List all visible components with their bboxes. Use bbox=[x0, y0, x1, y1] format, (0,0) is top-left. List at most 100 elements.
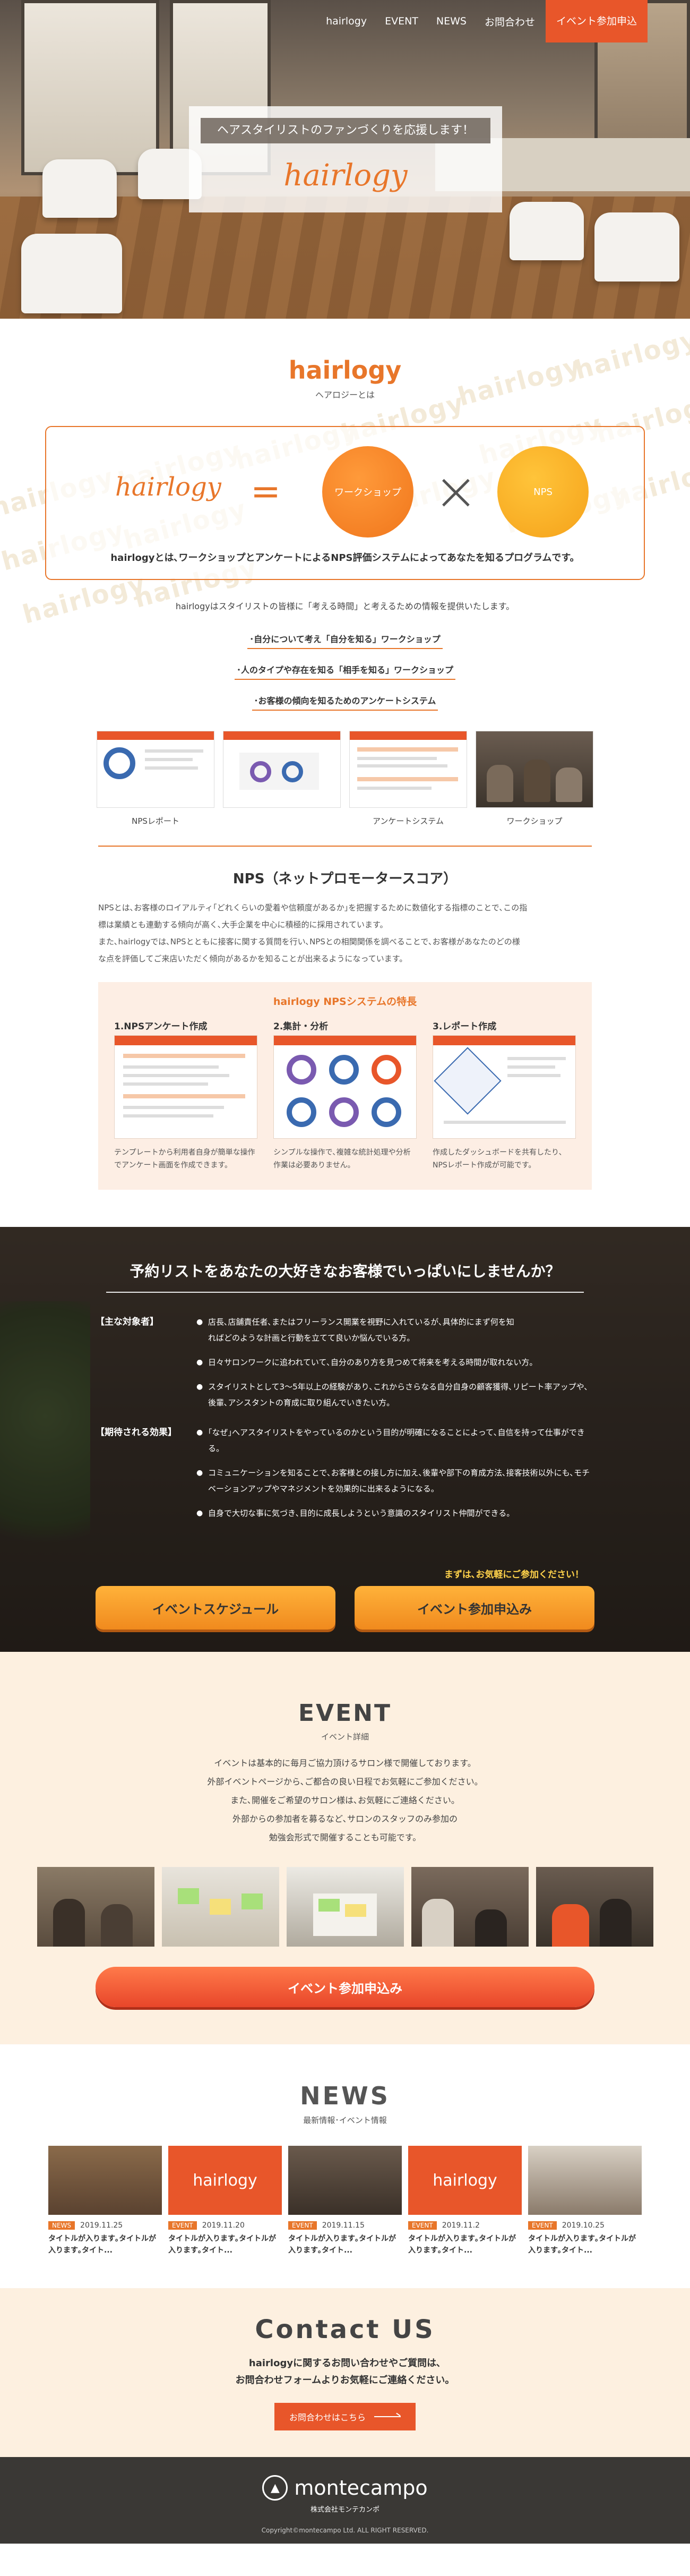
about-title: hairlogy bbox=[288, 356, 402, 385]
thumb-caption: NPSレポート bbox=[132, 816, 179, 826]
event-photo bbox=[37, 1867, 154, 1947]
event-apply-main-button[interactable]: イベント参加申込み bbox=[96, 1967, 594, 2007]
footer-copyright: Copyright©montecampo Ltd. ALL RIGHT RESE… bbox=[261, 2527, 429, 2534]
nps-desc-line: な点を評価してご来店いただく傾向があるかを知ることが出来るようになっています。 bbox=[98, 954, 408, 963]
news-subtitle: 最新情報･イベント情報 bbox=[303, 2116, 387, 2125]
thumb-caption: アンケートシステム bbox=[373, 816, 444, 826]
about-subtitle: ヘアロジーとは bbox=[315, 390, 375, 400]
news-date: 2019.11.15 bbox=[322, 2221, 365, 2230]
news-image: hairlogy bbox=[168, 2146, 282, 2215]
section-divider bbox=[98, 846, 592, 847]
list-item: ･人のタイプや存在を知る「相手を知る」ワークショップ bbox=[234, 660, 455, 680]
news-card[interactable]: EVENT 2019.10.25 タイトルが入ります｡タイトルが入ります｡タイト.… bbox=[528, 2146, 642, 2256]
hero-logo: hairlogy bbox=[283, 158, 408, 193]
news-section: NEWS 最新情報･イベント情報 NEWS 2019.11.25 タイトルが入りま… bbox=[0, 2044, 690, 2288]
news-card[interactable]: hairlogy EVENT 2019.11.20 タイトルが入ります｡タイトルが… bbox=[168, 2146, 282, 2256]
target-item: 日々サロンワークに追われていて､自分のあり方を見つめて将来を考える時間が取れない… bbox=[196, 1354, 594, 1370]
thumb-caption: ワークショップ bbox=[506, 816, 563, 826]
news-title-text: タイトルが入ります｡タイトルが入ります｡タイト... bbox=[168, 2234, 276, 2255]
news-image bbox=[288, 2146, 402, 2215]
feature-desc: テンプレートから利用者自身が簡単な操作でアンケート画面を作成できます。 bbox=[114, 1148, 255, 1170]
event-photo bbox=[411, 1867, 529, 1947]
news-date: 2019.11.20 bbox=[202, 2221, 245, 2230]
thumb-survey-system: アンケートシステム bbox=[349, 731, 467, 826]
nps-report-image bbox=[223, 731, 341, 808]
event-apply-button[interactable]: イベント参加申込み bbox=[355, 1586, 594, 1630]
event-photo bbox=[286, 1867, 404, 1947]
nps-desc-line: NPSとは､お客様のロイアルティ｢どれくらいの愛着や信頼度があるか｣を把握するた… bbox=[98, 903, 528, 912]
hero-chair bbox=[21, 234, 122, 313]
nav-event[interactable]: EVENT bbox=[377, 15, 426, 27]
hero-chair bbox=[42, 159, 117, 218]
top-nav: hairlogy EVENT NEWS お問合わせ イベント参加申込 bbox=[0, 0, 690, 42]
workshop-label: ワークショップ bbox=[334, 487, 401, 498]
survey-system-image bbox=[349, 731, 467, 808]
feature-image bbox=[273, 1035, 417, 1139]
participation-note: まずは､お気軽にご参加ください！ bbox=[444, 1570, 584, 1580]
mountain-logo-icon: ▲ bbox=[262, 2475, 288, 2501]
news-image-logo: hairlogy bbox=[433, 2171, 497, 2190]
nps-title: NPS（ネットプロモータースコア） bbox=[232, 871, 458, 887]
feature-desc: シンプルな操作で､複雑な統計処理や分析作業は必要ありません。 bbox=[273, 1148, 411, 1170]
news-tag: EVENT bbox=[288, 2221, 317, 2230]
news-tag: EVENT bbox=[528, 2221, 557, 2230]
feature-image bbox=[433, 1035, 576, 1139]
footer: ▲ montecampo 株式会社モンテカンポ Copyright©montec… bbox=[0, 2457, 690, 2544]
footer-brand[interactable]: ▲ montecampo bbox=[262, 2475, 428, 2501]
arrow-right-icon bbox=[374, 2416, 401, 2417]
news-date: 2019.11.25 bbox=[80, 2221, 123, 2230]
hero-chair bbox=[510, 202, 584, 260]
news-list: NEWS 2019.11.25 タイトルが入ります｡タイトルが入ります｡タイト..… bbox=[0, 2146, 690, 2256]
event-title: EVENT bbox=[298, 1700, 392, 1727]
news-tag: EVENT bbox=[408, 2221, 437, 2230]
event-desc-line: イベントは基本的に毎月ご協力頂けるサロン様で開催しております。 bbox=[214, 1758, 476, 1768]
effect-block: 【期待される効果】 ｢なぜ｣へアスタイリストをやっているのかという目的が明確にな… bbox=[96, 1425, 594, 1521]
nps-section: NPS（ネットプロモータースコア） NPSとは､お客様のロイアルティ｢どれくらい… bbox=[0, 847, 690, 1190]
news-image: hairlogy bbox=[408, 2146, 522, 2215]
footer-brand-name: montecampo bbox=[294, 2476, 428, 2500]
news-title-text: タイトルが入ります｡タイトルが入ります｡タイト... bbox=[528, 2234, 636, 2255]
nav-event-apply-button[interactable]: イベント参加申込 bbox=[545, 0, 648, 42]
contact-text-line: お問合わせフォームよりお気軽にご連絡ください。 bbox=[235, 2375, 455, 2386]
recruit-buttons: イベントスケジュール イベント参加申込み bbox=[96, 1586, 594, 1630]
feature-analysis: 2.集計・分析 シンプルな操作で､複雑な統計処理や分析作業は必要ありません。 bbox=[273, 1019, 417, 1172]
event-desc-line: また､開催をご希望のサロン様は､お気軽にご連絡ください。 bbox=[230, 1795, 460, 1805]
times-sign: × bbox=[434, 460, 478, 522]
hero-chair bbox=[594, 212, 679, 282]
news-image bbox=[528, 2146, 642, 2215]
event-desc-line: 勉強会形式で開催することも可能です。 bbox=[269, 1832, 421, 1843]
feature-image bbox=[114, 1035, 257, 1139]
nav-contact[interactable]: お問合わせ bbox=[477, 14, 542, 29]
news-card[interactable]: EVENT 2019.11.15 タイトルが入ります｡タイトルが入ります｡タイト.… bbox=[288, 2146, 402, 2256]
hero-subtitle: ヘアスタイリストのファンづくりを応援します！ bbox=[201, 118, 490, 143]
recruit-underline bbox=[106, 1292, 584, 1293]
contact-title: Contact US bbox=[255, 2315, 435, 2344]
nav-news[interactable]: NEWS bbox=[429, 15, 474, 27]
footer-company: 株式会社モンテカンポ bbox=[310, 2506, 380, 2514]
hero-box: ヘアスタイリストのファンづくりを応援します！ hairlogy bbox=[189, 106, 502, 212]
contact-button[interactable]: お問合わせはこちら bbox=[274, 2403, 416, 2430]
formula-box: hairlogy = ワークショップ × NPS hairlogyとは､ワークシ… bbox=[45, 426, 645, 580]
news-card[interactable]: hairlogy EVENT 2019.11.2 タイトルが入ります｡タイトルが入… bbox=[408, 2146, 522, 2256]
list-item: ･お客様の傾向を知るためのアンケートシステム bbox=[252, 690, 438, 711]
news-title-text: タイトルが入ります｡タイトルが入ります｡タイト... bbox=[48, 2234, 156, 2255]
contact-button-label: お問合わせはこちら bbox=[289, 2412, 366, 2423]
nps-desc-line: また､hairlogyでは､NPSとともに接客に関する質問を行い､NPSとの相関… bbox=[98, 937, 520, 946]
hero: hairlogy EVENT NEWS お問合わせ イベント参加申込 ヘアスタイ… bbox=[0, 0, 690, 319]
event-photo bbox=[536, 1867, 653, 1947]
contact-text-line: hairlogyに関するお問い合わせやご質問は､ bbox=[248, 2358, 442, 2369]
event-section: EVENT イベント詳細 イベントは基本的に毎月ご協力頂けるサロン様で開催してお… bbox=[0, 1652, 690, 2044]
feature-title: 3.レポート作成 bbox=[433, 1021, 497, 1032]
event-desc-line: 外部からの参加者を募るなど､サロンのスタッフのみ参加の bbox=[232, 1814, 458, 1824]
event-photos bbox=[0, 1867, 690, 1947]
target-label: 【主な対象者】 bbox=[96, 1317, 159, 1327]
nps-description: NPSとは､お客様のロイアルティ｢どれくらいの愛着や信頼度があるか｣を把握するた… bbox=[98, 899, 592, 967]
effect-label: 【期待される効果】 bbox=[96, 1427, 177, 1438]
nps-features-box: hairlogy NPSシステムの特長 1.NPSアンケート作成 テンプレートか… bbox=[98, 982, 592, 1190]
nav-hairlogy[interactable]: hairlogy bbox=[318, 15, 374, 27]
feature-report: 3.レポート作成 作成したダッシュボードを共有したり､NPSレポート作成が可能で… bbox=[433, 1019, 576, 1172]
news-card[interactable]: NEWS 2019.11.25 タイトルが入ります｡タイトルが入ります｡タイト..… bbox=[48, 2146, 162, 2256]
event-subtitle: イベント詳細 bbox=[321, 1732, 369, 1742]
thumb-nps-report-left: NPSレポート bbox=[97, 731, 214, 826]
event-schedule-button[interactable]: イベントスケジュール bbox=[96, 1586, 335, 1630]
